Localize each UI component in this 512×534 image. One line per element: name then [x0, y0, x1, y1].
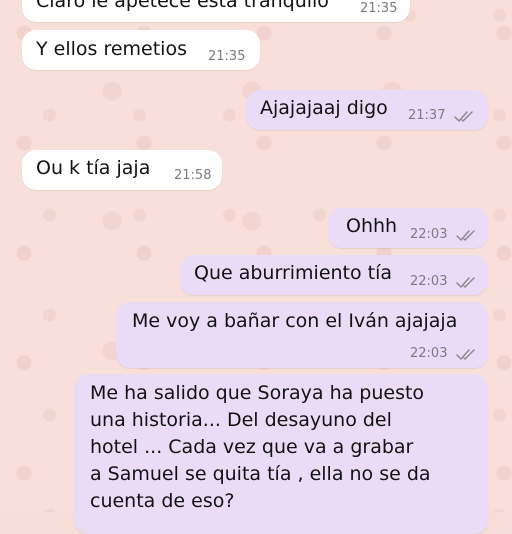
message-text: Que aburrimiento tía [194, 262, 393, 284]
message-line: una historia... Del desayuno del [90, 409, 392, 431]
message-time: 21:35 [360, 1, 398, 16]
message-time: 22:03 [410, 346, 448, 361]
message-time: 21:58 [174, 168, 212, 183]
message-time: 22:03 [410, 227, 448, 242]
message-time: 21:37 [408, 108, 446, 123]
message-text: Me voy a bañar con el Iván ajajaja [132, 310, 458, 332]
outgoing-message[interactable]: Ohhh 22:03 [328, 208, 488, 248]
message-line: hotel ... Cada vez que va a grabar [90, 436, 414, 458]
incoming-message[interactable]: Y ellos remetios 21:35 [22, 30, 260, 70]
message-text: Claro le apetece esta tranquilo [36, 0, 329, 12]
outgoing-message[interactable]: Me voy a bañar con el Iván ajajaja 22:03 [116, 302, 488, 368]
message-text: Ajajajaaj digo [260, 97, 388, 119]
message-text: Y ellos remetios [36, 38, 187, 60]
outgoing-message[interactable]: Me ha salido que Soraya ha puesto una hi… [74, 374, 488, 534]
message-text: Me ha salido que Soraya ha puesto una hi… [90, 380, 431, 515]
message-time: 21:35 [208, 49, 246, 64]
message-line: cuenta de eso? [90, 490, 235, 512]
outgoing-message[interactable]: Que aburrimiento tía 22:03 [180, 255, 488, 295]
double-check-icon [456, 230, 478, 242]
double-check-icon [454, 111, 476, 123]
message-text: Ohhh [346, 215, 398, 237]
incoming-message[interactable]: Ou k tía jaja 21:58 [22, 150, 222, 190]
outgoing-message[interactable]: Ajajajaaj digo 21:37 [246, 90, 488, 130]
message-text: Ou k tía jaja [36, 157, 151, 179]
double-check-icon [456, 349, 478, 361]
message-time: 22:03 [410, 274, 448, 289]
incoming-message[interactable]: Claro le apetece esta tranquilo 21:35 [22, 0, 410, 22]
message-line: a Samuel se quita tía , ella no se da [90, 463, 431, 485]
double-check-icon [456, 277, 478, 289]
message-line: Me ha salido que Soraya ha puesto [90, 382, 425, 404]
chat-messages[interactable]: Claro le apetece esta tranquilo 21:35 Y … [0, 0, 512, 534]
